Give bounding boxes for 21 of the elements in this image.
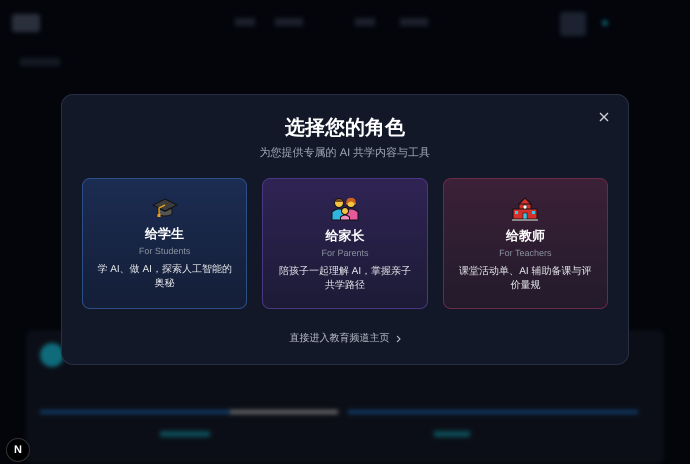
role-subtitle: For Teachers (499, 247, 552, 259)
role-subtitle: For Students (138, 245, 190, 257)
role-description: 课堂活动单、AI 辅助备课与评价量规 (458, 265, 592, 293)
role-subtitle: For Parents (321, 247, 368, 259)
chevron-right-icon (396, 334, 400, 342)
role-description: 学 AI、做 AI，探索人工智能的奥秘 (96, 263, 233, 291)
dialog-title: 选择您的角色 (285, 116, 405, 140)
role-description: 陪孩子一起理解 AI，掌握亲子共学路径 (278, 265, 412, 293)
role-title: 给教师 (506, 227, 545, 245)
role-card[interactable]: 给学生 For Students 学 AI、做 AI，探索人工智能的奥秘 (82, 178, 248, 309)
school-building-icon (512, 197, 538, 221)
role-card[interactable]: 给教师 For Teachers 课堂活动单、AI 辅助备课与评价量规 (442, 178, 608, 309)
close-icon (599, 112, 609, 122)
home-link[interactable]: 直接进入教育频道主页 (290, 331, 400, 346)
role-title: 给学生 (145, 225, 184, 243)
role-title: 给家长 (325, 227, 364, 245)
graduation-cap-icon (152, 197, 178, 219)
role-card[interactable]: 给家长 For Parents 陪孩子一起理解 AI，掌握亲子共学路径 (262, 178, 428, 309)
dialog-subtitle: 为您提供专属的 AI 共学内容与工具 (260, 146, 430, 160)
dev-badge[interactable]: N (6, 438, 30, 462)
family-icon (330, 197, 360, 221)
